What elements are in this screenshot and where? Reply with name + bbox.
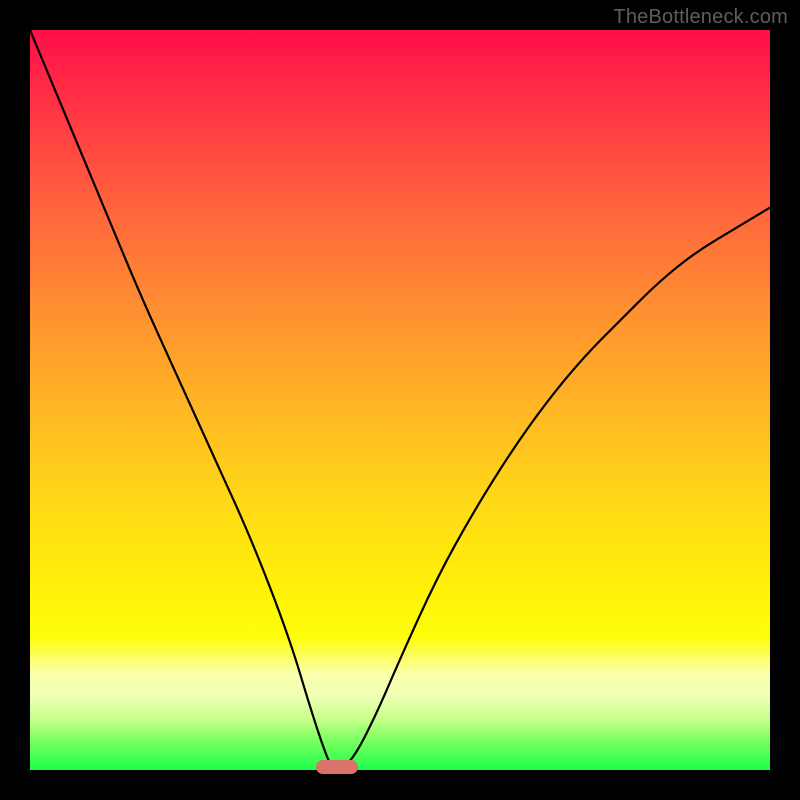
bottleneck-curve-path bbox=[30, 30, 770, 770]
curve-svg bbox=[30, 30, 770, 770]
watermark-text: TheBottleneck.com bbox=[613, 6, 788, 29]
plot-area bbox=[30, 30, 770, 770]
chart-frame: TheBottleneck.com bbox=[0, 0, 800, 800]
optimal-marker bbox=[316, 760, 358, 774]
